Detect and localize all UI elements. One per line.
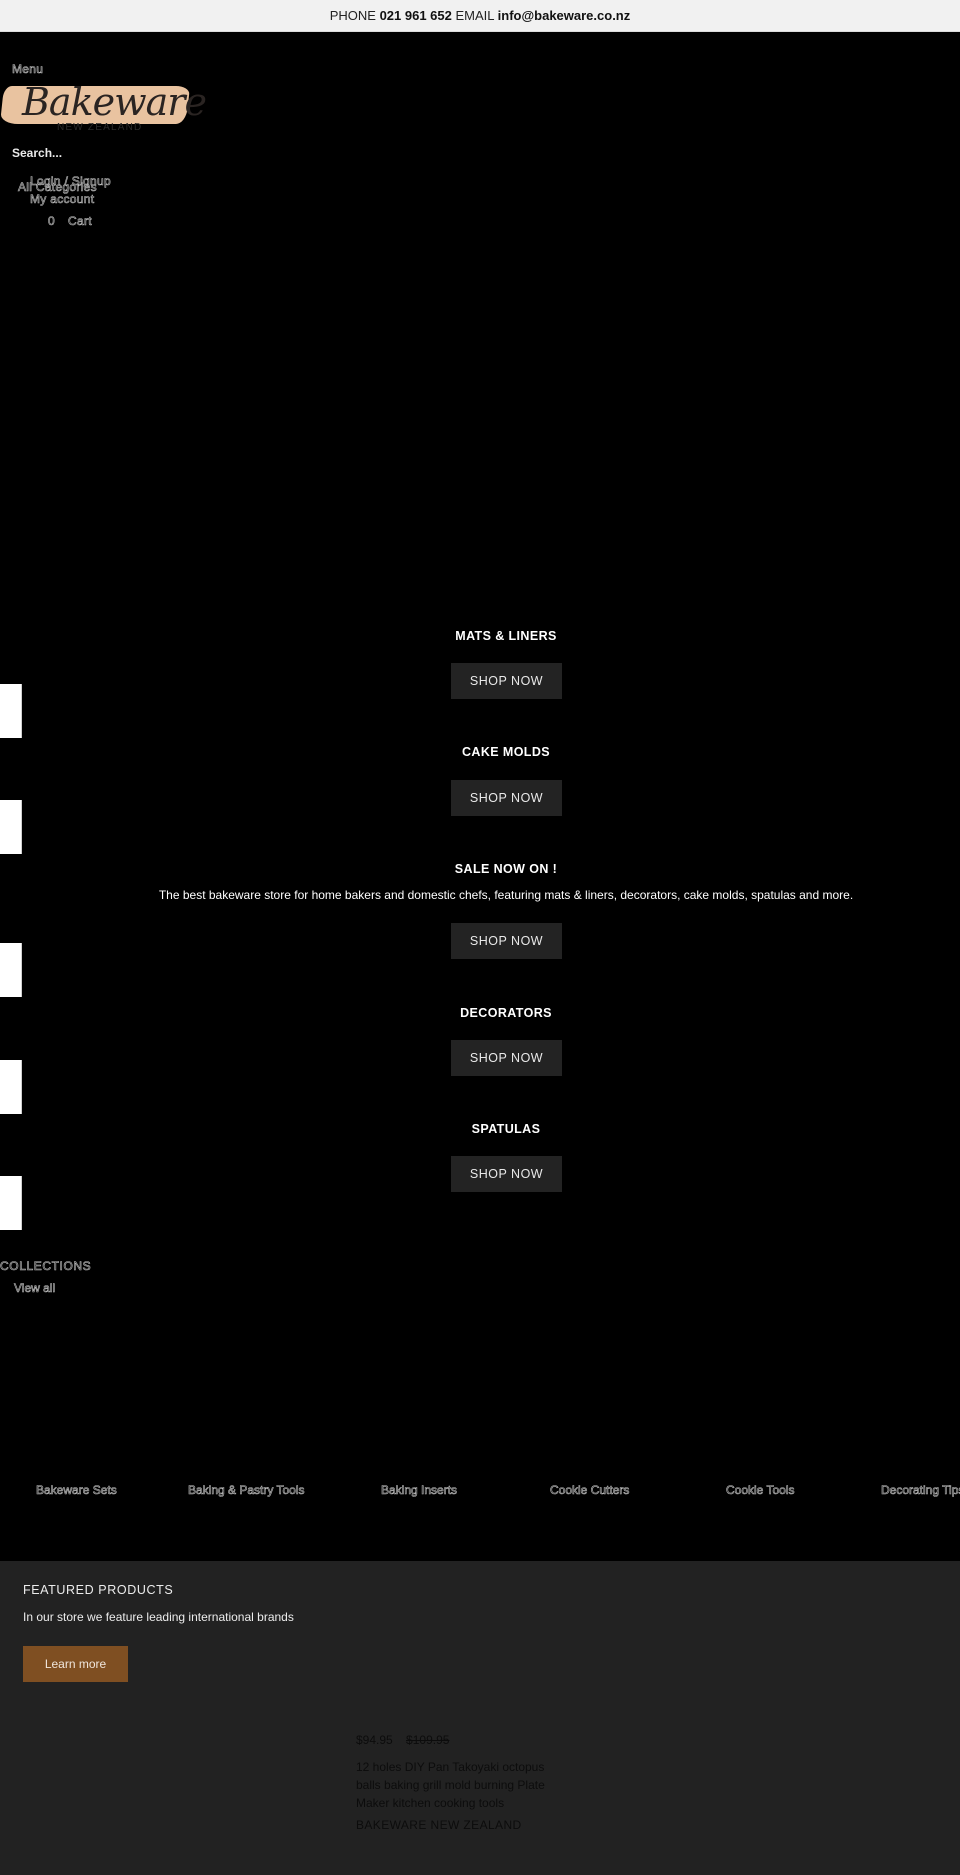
collections-view-all-link[interactable]: View all (14, 1281, 56, 1296)
menu-link[interactable]: Menu (12, 62, 44, 77)
slide-title: SPATULAS (471, 1122, 541, 1136)
collection-item[interactable]: Cookie Cutters (550, 1483, 630, 1498)
logo-wordmark: Bakeware (22, 80, 207, 124)
shop-now-button[interactable]: SHOP NOW (451, 1040, 562, 1076)
learn-more-button[interactable]: Learn more (23, 1646, 128, 1682)
slide-thumbnail[interactable] (0, 1176, 22, 1230)
shop-now-button[interactable]: SHOP NOW (451, 780, 562, 816)
shop-now-button[interactable]: SHOP NOW (451, 663, 562, 699)
email-label: EMAIL (455, 8, 495, 23)
compare-price: $109.95 (406, 1733, 450, 1747)
slide-title: MATS & LINERS (455, 629, 557, 643)
my-account-link[interactable]: My account (30, 192, 95, 207)
slide-description: The best bakeware store for home bakers … (158, 888, 854, 902)
slide-title: CAKE MOLDS (461, 745, 551, 759)
featured-subtitle: In our store we feature leading internat… (23, 1610, 294, 1624)
phone-label: PHONE (329, 8, 376, 23)
phone-number[interactable]: 021 961 652 (380, 8, 452, 23)
collection-item[interactable]: Baking & Pastry Tools (188, 1483, 305, 1498)
search-input[interactable]: Search... (12, 146, 62, 160)
featured-heading: FEATURED PRODUCTS (23, 1583, 174, 1597)
collection-item[interactable]: Cookie Tools (726, 1483, 795, 1498)
cart-count-badge: 0 (48, 214, 55, 229)
collection-item[interactable]: Baking Inserts (381, 1483, 458, 1498)
slide-thumbnail[interactable] (0, 684, 22, 738)
logo-subtitle: NEW ZEALAND (57, 122, 143, 133)
price-row: $94.95 $109.95 (356, 1733, 556, 1747)
product-card[interactable]: $94.95 $109.95 12 holes DIY Pan Takoyaki… (356, 1733, 556, 1832)
slide-title: DECORATORS (460, 1006, 552, 1020)
collections-heading: COLLECTIONS (0, 1259, 92, 1274)
collection-item[interactable]: Decorating Tips (881, 1483, 960, 1498)
sale-price: $94.95 (356, 1733, 393, 1747)
slide-title: SALE NOW ON ! (454, 862, 558, 876)
email-address[interactable]: info@bakeware.co.nz (498, 8, 631, 23)
product-title[interactable]: 12 holes DIY Pan Takoyaki octopus balls … (356, 1758, 556, 1812)
announcement-bar: PHONE 021 961 652 EMAIL info@bakeware.co… (0, 0, 960, 32)
cart-link[interactable]: Cart (68, 214, 92, 229)
product-vendor: BAKEWARE NEW ZEALAND (356, 1818, 522, 1832)
slide-thumbnail[interactable] (0, 800, 22, 854)
slide-thumbnail[interactable] (0, 943, 22, 997)
slide-thumbnail[interactable] (0, 1060, 22, 1114)
shop-now-button[interactable]: SHOP NOW (451, 923, 562, 959)
featured-products-section: FEATURED PRODUCTS In our store we featur… (0, 1561, 960, 1875)
collection-item[interactable]: Bakeware Sets (36, 1483, 117, 1498)
shop-now-button[interactable]: SHOP NOW (451, 1156, 562, 1192)
